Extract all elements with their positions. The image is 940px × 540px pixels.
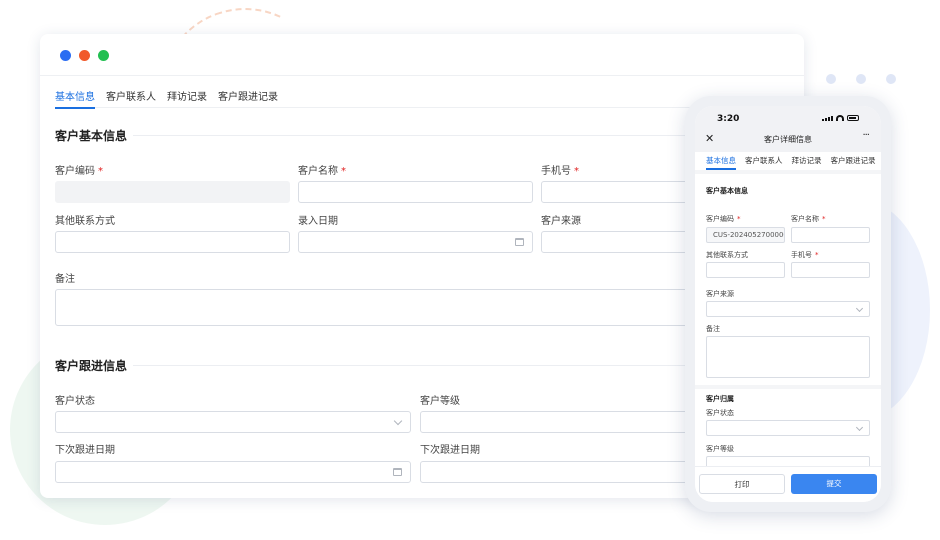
- other-contact-input[interactable]: [55, 231, 290, 253]
- phone-status-select[interactable]: [706, 420, 870, 436]
- status-label: 客户状态: [55, 396, 95, 407]
- phone-notch: [737, 106, 831, 120]
- chevron-down-icon: [855, 304, 864, 313]
- phone-title: 客户详细信息: [764, 135, 812, 144]
- window-dot-orange[interactable]: [79, 50, 90, 61]
- window-dot-green[interactable]: [98, 50, 109, 61]
- name-input[interactable]: [298, 181, 533, 203]
- phone-label: 手机号 *: [541, 166, 579, 177]
- phone-frame: 3:20 ✕ 客户详细信息 ··· 基本信息 客户联系人 拜访记录 客户跟进记录…: [685, 96, 891, 512]
- phone-header: ✕ 客户详细信息 ···: [695, 128, 881, 152]
- phone-tab-visit-records[interactable]: 拜访记录: [792, 154, 822, 170]
- submit-button[interactable]: 提交: [791, 474, 877, 494]
- phone-other-contact-label: 其他联系方式: [706, 251, 748, 259]
- phone-section-gap: [695, 385, 881, 389]
- wifi-icon: [836, 115, 844, 121]
- chevron-down-icon: [393, 416, 403, 426]
- phone-tab-follow-records[interactable]: 客户跟进记录: [831, 154, 876, 170]
- section-title-basic: 客户基本信息: [55, 129, 128, 143]
- phone-phone-input[interactable]: [791, 262, 870, 278]
- phone-divider: [695, 170, 881, 174]
- tab-follow-records[interactable]: 客户跟进记录: [218, 82, 278, 108]
- phone-other-contact-input[interactable]: [706, 262, 785, 278]
- tab-contacts[interactable]: 客户联系人: [106, 82, 156, 108]
- remark-label: 备注: [55, 274, 75, 285]
- more-icon[interactable]: ···: [862, 130, 869, 141]
- source-label: 客户来源: [541, 216, 581, 227]
- phone-footer: 打印 提交: [695, 466, 881, 502]
- print-button[interactable]: 打印: [699, 474, 785, 494]
- phone-screen: 3:20 ✕ 客户详细信息 ··· 基本信息 客户联系人 拜访记录 客户跟进记录…: [695, 106, 881, 502]
- next-date-picker[interactable]: [55, 461, 411, 483]
- phone-status-label: 客户状态: [706, 409, 734, 417]
- tab-visit-records[interactable]: 拜访记录: [167, 82, 207, 108]
- status-select[interactable]: [55, 411, 411, 433]
- calendar-icon: [515, 238, 524, 246]
- phone-phone-label: 手机号 *: [791, 251, 819, 259]
- calendar-icon: [393, 468, 402, 476]
- phone-status-bar: 3:20: [695, 106, 881, 128]
- entry-date-picker[interactable]: [298, 231, 533, 253]
- battery-icon: [847, 115, 859, 121]
- status-time: 3:20: [717, 114, 740, 124]
- chevron-down-icon: [855, 423, 864, 432]
- entry-date-label: 录入日期: [298, 216, 338, 227]
- name-label: 客户名称 *: [298, 166, 346, 177]
- phone-tabs: 基本信息 客户联系人 拜访记录 客户跟进记录: [706, 154, 881, 170]
- decorative-dots: [826, 74, 896, 84]
- phone-section-owner: 客户归属: [706, 395, 734, 403]
- phone-remark-label: 备注: [706, 325, 720, 333]
- code-field: [55, 181, 290, 203]
- phone-code-field: CUS-20240527000001: [706, 227, 785, 243]
- section-title-follow: 客户跟进信息: [55, 359, 128, 373]
- next-date-label-2: 下次跟进日期: [420, 445, 480, 456]
- phone-tab-contacts[interactable]: 客户联系人: [745, 154, 783, 170]
- phone-code-label: 客户编码 *: [706, 215, 741, 223]
- phone-source-label: 客户来源: [706, 290, 734, 298]
- phone-section-basic: 客户基本信息: [706, 187, 748, 195]
- window-dot-blue[interactable]: [60, 50, 71, 61]
- next-date-label: 下次跟进日期: [55, 445, 115, 456]
- level-label: 客户等级: [420, 396, 460, 407]
- signal-icon: [822, 116, 833, 121]
- phone-level-label: 客户等级: [706, 445, 734, 453]
- phone-tab-basic-info[interactable]: 基本信息: [706, 154, 736, 170]
- phone-remark-textarea[interactable]: [706, 336, 870, 378]
- window-titlebar: [40, 34, 804, 76]
- tab-basic-info[interactable]: 基本信息: [55, 82, 95, 109]
- status-icons: [822, 115, 859, 121]
- phone-name-label: 客户名称 *: [791, 215, 826, 223]
- code-label: 客户编码 *: [55, 166, 103, 177]
- phone-name-input[interactable]: [791, 227, 870, 243]
- other-contact-label: 其他联系方式: [55, 216, 115, 227]
- phone-source-select[interactable]: [706, 301, 870, 317]
